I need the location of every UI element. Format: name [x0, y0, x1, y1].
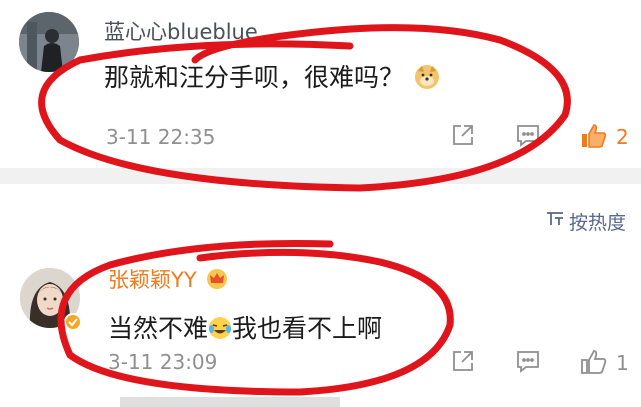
comment-username[interactable]: 蓝心心blueblue	[104, 16, 258, 46]
comment-icon[interactable]	[515, 122, 541, 152]
share-icon[interactable]	[450, 122, 476, 152]
comment-time: 3-11 22:35	[106, 125, 216, 149]
like-count: 1	[616, 351, 629, 375]
comment-actions: 1	[450, 348, 640, 378]
comment-text: 当然不难 我也看不上啊	[108, 309, 382, 346]
laughing-tears-emoji	[208, 316, 232, 346]
like-count: 2	[616, 125, 629, 149]
comment-item: 张颖颖YY 当然不难 我也看不上啊 3-11 23:09 1	[0, 250, 641, 407]
verified-badge	[64, 313, 82, 335]
sort-by-hot-button[interactable]: 按热度	[545, 208, 626, 235]
comment-time: 3-11 23:09	[108, 350, 218, 374]
next-comment-peek	[120, 397, 340, 407]
comment-actions: 2	[450, 122, 640, 152]
avatar[interactable]	[19, 12, 79, 72]
like-icon[interactable]	[580, 348, 608, 380]
comment-text: 那就和汪分手呗，很难吗？	[104, 58, 440, 96]
sort-icon	[545, 210, 565, 233]
crown-badge	[206, 268, 228, 295]
comment-text-part: 我也看不上啊	[232, 314, 383, 343]
comment-icon[interactable]	[515, 348, 541, 378]
comment-text-part: 当然不难	[108, 314, 209, 343]
comment-item: 蓝心心blueblue 那就和汪分手呗，很难吗？ 3-11 22:35 2	[0, 0, 641, 168]
like-icon[interactable]	[580, 122, 608, 154]
comment-username-text: 张颖颖YY	[108, 268, 197, 292]
doge-emoji	[414, 64, 440, 96]
share-icon[interactable]	[450, 348, 476, 378]
sort-label: 按热度	[568, 212, 626, 234]
comment-text-body: 那就和汪分手呗，很难吗？	[104, 63, 405, 92]
avatar-image	[19, 12, 79, 72]
comment-username[interactable]: 张颖颖YY	[108, 264, 228, 295]
section-divider	[0, 168, 641, 184]
